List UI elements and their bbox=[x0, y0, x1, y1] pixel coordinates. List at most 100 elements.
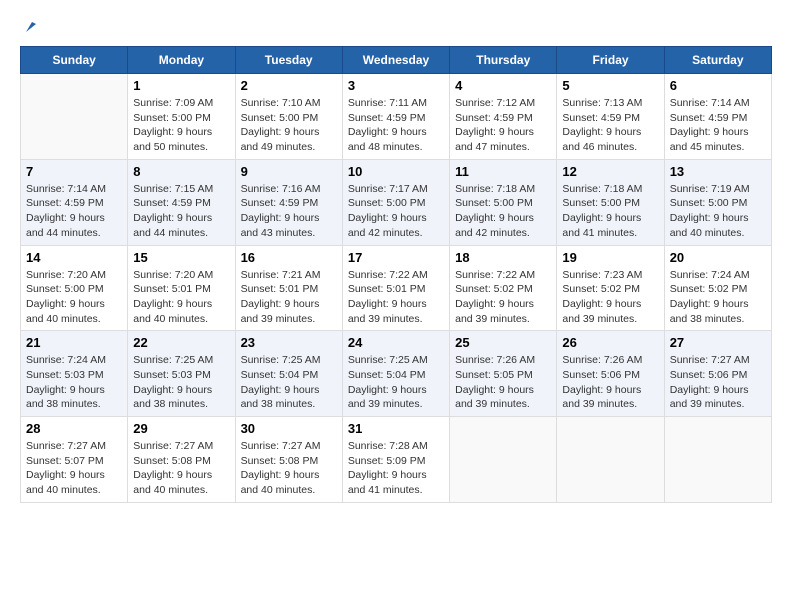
day-info: Sunrise: 7:21 AMSunset: 5:01 PMDaylight:… bbox=[241, 268, 337, 327]
day-info: Sunrise: 7:10 AMSunset: 5:00 PMDaylight:… bbox=[241, 96, 337, 155]
logo bbox=[20, 20, 40, 36]
day-number: 21 bbox=[26, 335, 122, 350]
calendar-cell: 14Sunrise: 7:20 AMSunset: 5:00 PMDayligh… bbox=[21, 245, 128, 331]
day-info: Sunrise: 7:26 AMSunset: 5:06 PMDaylight:… bbox=[562, 353, 658, 412]
day-number: 2 bbox=[241, 78, 337, 93]
day-info: Sunrise: 7:12 AMSunset: 4:59 PMDaylight:… bbox=[455, 96, 551, 155]
day-info: Sunrise: 7:24 AMSunset: 5:02 PMDaylight:… bbox=[670, 268, 766, 327]
day-number: 13 bbox=[670, 164, 766, 179]
calendar-header-row: SundayMondayTuesdayWednesdayThursdayFrid… bbox=[21, 47, 772, 74]
day-info: Sunrise: 7:15 AMSunset: 4:59 PMDaylight:… bbox=[133, 182, 229, 241]
calendar-cell: 10Sunrise: 7:17 AMSunset: 5:00 PMDayligh… bbox=[342, 159, 449, 245]
day-info: Sunrise: 7:27 AMSunset: 5:08 PMDaylight:… bbox=[241, 439, 337, 498]
calendar-cell: 2 Sunrise: 7:10 AMSunset: 5:00 PMDaylight… bbox=[235, 74, 342, 160]
calendar-week-row: 1 Sunrise: 7:09 AMSunset: 5:00 PMDaylight… bbox=[21, 74, 772, 160]
day-info: Sunrise: 7:25 AMSunset: 5:04 PMDaylight:… bbox=[348, 353, 444, 412]
column-header-monday: Monday bbox=[128, 47, 235, 74]
column-header-tuesday: Tuesday bbox=[235, 47, 342, 74]
column-header-saturday: Saturday bbox=[664, 47, 771, 74]
calendar-cell: 18Sunrise: 7:22 AMSunset: 5:02 PMDayligh… bbox=[450, 245, 557, 331]
day-number: 12 bbox=[562, 164, 658, 179]
day-info: Sunrise: 7:13 AMSunset: 4:59 PMDaylight:… bbox=[562, 96, 658, 155]
calendar-week-row: 7 Sunrise: 7:14 AMSunset: 4:59 PMDaylight… bbox=[21, 159, 772, 245]
day-info: Sunrise: 7:18 AMSunset: 5:00 PMDaylight:… bbox=[562, 182, 658, 241]
day-number: 30 bbox=[241, 421, 337, 436]
calendar-cell: 24Sunrise: 7:25 AMSunset: 5:04 PMDayligh… bbox=[342, 331, 449, 417]
day-number: 6 bbox=[670, 78, 766, 93]
day-info: Sunrise: 7:26 AMSunset: 5:05 PMDaylight:… bbox=[455, 353, 551, 412]
day-number: 31 bbox=[348, 421, 444, 436]
day-info: Sunrise: 7:20 AMSunset: 5:01 PMDaylight:… bbox=[133, 268, 229, 327]
day-number: 17 bbox=[348, 250, 444, 265]
day-info: Sunrise: 7:25 AMSunset: 5:03 PMDaylight:… bbox=[133, 353, 229, 412]
calendar-cell bbox=[557, 417, 664, 503]
day-info: Sunrise: 7:14 AMSunset: 4:59 PMDaylight:… bbox=[26, 182, 122, 241]
calendar-cell: 20 Sunrise: 7:24 AMSunset: 5:02 PMDayligh… bbox=[664, 245, 771, 331]
day-number: 4 bbox=[455, 78, 551, 93]
day-number: 5 bbox=[562, 78, 658, 93]
day-info: Sunrise: 7:27 AMSunset: 5:06 PMDaylight:… bbox=[670, 353, 766, 412]
day-number: 7 bbox=[26, 164, 122, 179]
column-header-thursday: Thursday bbox=[450, 47, 557, 74]
column-header-wednesday: Wednesday bbox=[342, 47, 449, 74]
calendar-table: SundayMondayTuesdayWednesdayThursdayFrid… bbox=[20, 46, 772, 503]
calendar-cell: 6 Sunrise: 7:14 AMSunset: 4:59 PMDaylight… bbox=[664, 74, 771, 160]
day-info: Sunrise: 7:16 AMSunset: 4:59 PMDaylight:… bbox=[241, 182, 337, 241]
calendar-cell: 8 Sunrise: 7:15 AMSunset: 4:59 PMDaylight… bbox=[128, 159, 235, 245]
day-info: Sunrise: 7:28 AMSunset: 5:09 PMDaylight:… bbox=[348, 439, 444, 498]
calendar-cell: 26Sunrise: 7:26 AMSunset: 5:06 PMDayligh… bbox=[557, 331, 664, 417]
calendar-cell: 9 Sunrise: 7:16 AMSunset: 4:59 PMDaylight… bbox=[235, 159, 342, 245]
day-info: Sunrise: 7:22 AMSunset: 5:02 PMDaylight:… bbox=[455, 268, 551, 327]
day-number: 15 bbox=[133, 250, 229, 265]
day-number: 20 bbox=[670, 250, 766, 265]
calendar-cell: 15 Sunrise: 7:20 AMSunset: 5:01 PMDayligh… bbox=[128, 245, 235, 331]
column-header-friday: Friday bbox=[557, 47, 664, 74]
day-info: Sunrise: 7:27 AMSunset: 5:07 PMDaylight:… bbox=[26, 439, 122, 498]
day-number: 25 bbox=[455, 335, 551, 350]
day-number: 28 bbox=[26, 421, 122, 436]
column-header-sunday: Sunday bbox=[21, 47, 128, 74]
day-number: 27 bbox=[670, 335, 766, 350]
calendar-cell: 19 Sunrise: 7:23 AMSunset: 5:02 PMDayligh… bbox=[557, 245, 664, 331]
day-number: 1 bbox=[133, 78, 229, 93]
day-number: 11 bbox=[455, 164, 551, 179]
day-info: Sunrise: 7:09 AMSunset: 5:00 PMDaylight:… bbox=[133, 96, 229, 155]
day-number: 19 bbox=[562, 250, 658, 265]
calendar-cell: 21 Sunrise: 7:24 AMSunset: 5:03 PMDayligh… bbox=[21, 331, 128, 417]
day-number: 14 bbox=[26, 250, 122, 265]
day-number: 9 bbox=[241, 164, 337, 179]
calendar-week-row: 14Sunrise: 7:20 AMSunset: 5:00 PMDayligh… bbox=[21, 245, 772, 331]
page-header bbox=[20, 20, 772, 36]
day-info: Sunrise: 7:24 AMSunset: 5:03 PMDaylight:… bbox=[26, 353, 122, 412]
calendar-cell: 25 Sunrise: 7:26 AMSunset: 5:05 PMDayligh… bbox=[450, 331, 557, 417]
calendar-cell: 31 Sunrise: 7:28 AMSunset: 5:09 PMDayligh… bbox=[342, 417, 449, 503]
calendar-cell: 13 Sunrise: 7:19 AMSunset: 5:00 PMDayligh… bbox=[664, 159, 771, 245]
calendar-cell: 16 Sunrise: 7:21 AMSunset: 5:01 PMDayligh… bbox=[235, 245, 342, 331]
day-number: 8 bbox=[133, 164, 229, 179]
day-number: 22 bbox=[133, 335, 229, 350]
day-number: 29 bbox=[133, 421, 229, 436]
calendar-cell bbox=[450, 417, 557, 503]
day-info: Sunrise: 7:27 AMSunset: 5:08 PMDaylight:… bbox=[133, 439, 229, 498]
calendar-cell: 22 Sunrise: 7:25 AMSunset: 5:03 PMDayligh… bbox=[128, 331, 235, 417]
logo-bird-icon bbox=[22, 18, 40, 36]
calendar-cell: 29 Sunrise: 7:27 AMSunset: 5:08 PMDayligh… bbox=[128, 417, 235, 503]
day-info: Sunrise: 7:11 AMSunset: 4:59 PMDaylight:… bbox=[348, 96, 444, 155]
day-number: 3 bbox=[348, 78, 444, 93]
calendar-cell: 3 Sunrise: 7:11 AMSunset: 4:59 PMDaylight… bbox=[342, 74, 449, 160]
calendar-cell: 1 Sunrise: 7:09 AMSunset: 5:00 PMDaylight… bbox=[128, 74, 235, 160]
calendar-cell: 12 Sunrise: 7:18 AMSunset: 5:00 PMDayligh… bbox=[557, 159, 664, 245]
calendar-cell bbox=[664, 417, 771, 503]
day-info: Sunrise: 7:14 AMSunset: 4:59 PMDaylight:… bbox=[670, 96, 766, 155]
calendar-cell bbox=[21, 74, 128, 160]
day-info: Sunrise: 7:23 AMSunset: 5:02 PMDaylight:… bbox=[562, 268, 658, 327]
day-info: Sunrise: 7:19 AMSunset: 5:00 PMDaylight:… bbox=[670, 182, 766, 241]
day-number: 10 bbox=[348, 164, 444, 179]
calendar-cell: 27 Sunrise: 7:27 AMSunset: 5:06 PMDayligh… bbox=[664, 331, 771, 417]
calendar-week-row: 21 Sunrise: 7:24 AMSunset: 5:03 PMDayligh… bbox=[21, 331, 772, 417]
calendar-cell: 4 Sunrise: 7:12 AMSunset: 4:59 PMDaylight… bbox=[450, 74, 557, 160]
calendar-cell: 7 Sunrise: 7:14 AMSunset: 4:59 PMDaylight… bbox=[21, 159, 128, 245]
calendar-cell: 11Sunrise: 7:18 AMSunset: 5:00 PMDayligh… bbox=[450, 159, 557, 245]
calendar-cell: 17Sunrise: 7:22 AMSunset: 5:01 PMDayligh… bbox=[342, 245, 449, 331]
day-number: 16 bbox=[241, 250, 337, 265]
